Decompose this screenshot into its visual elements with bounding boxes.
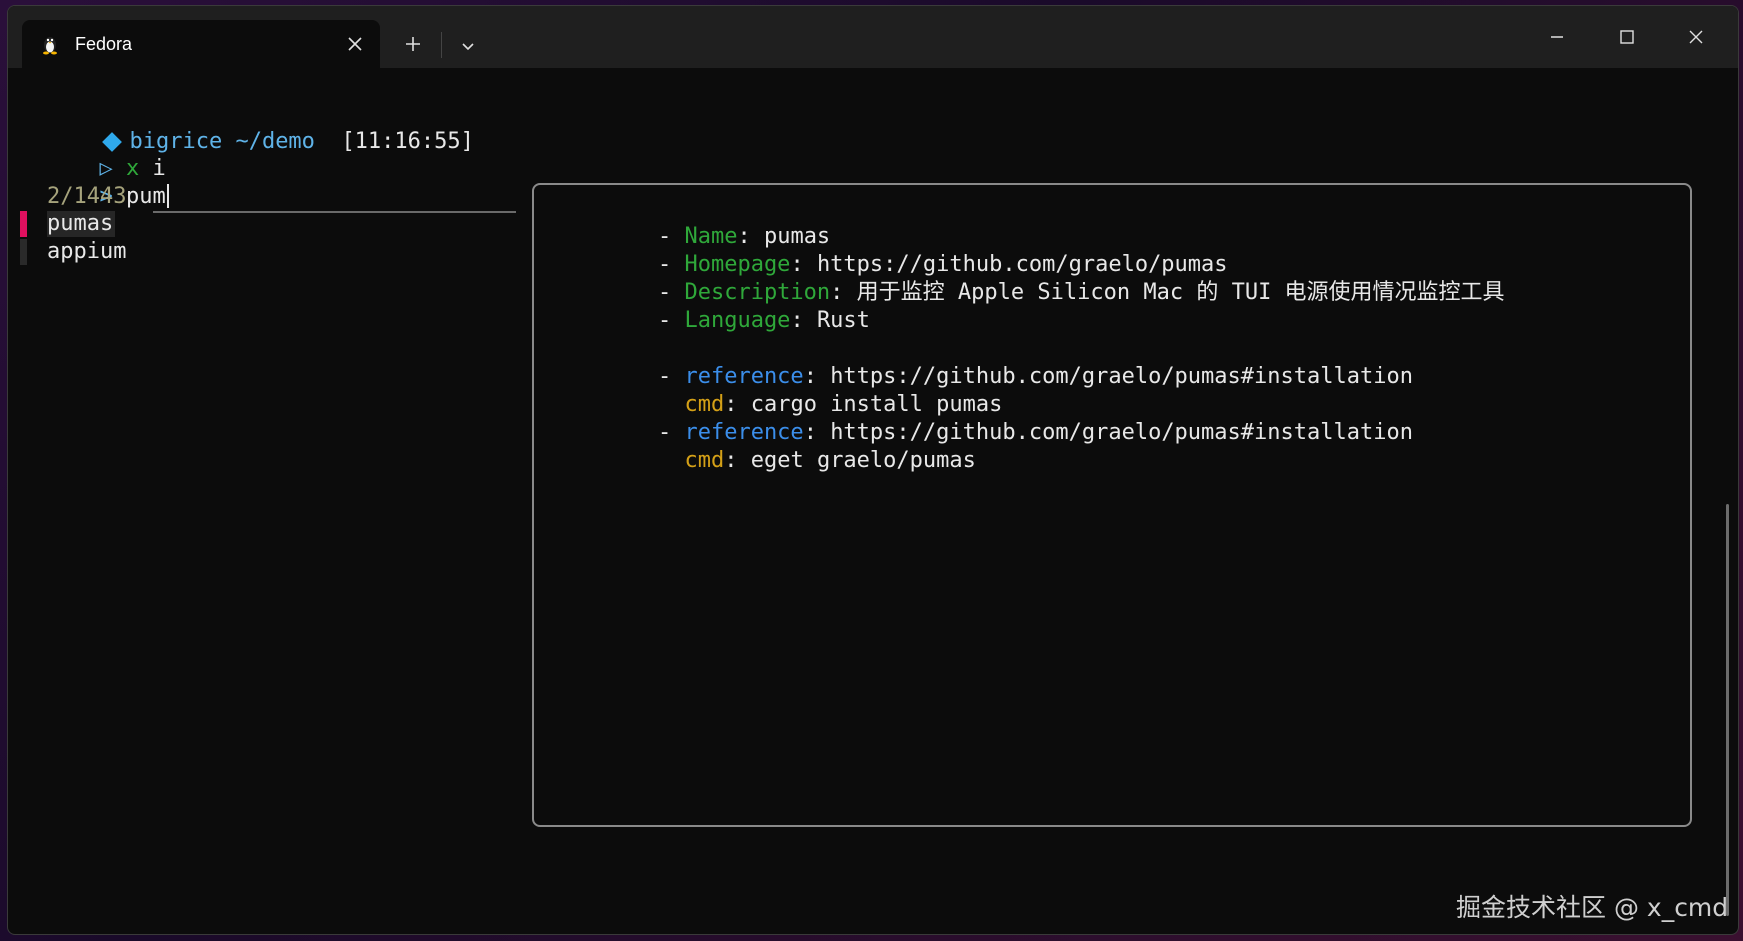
close-tab-icon[interactable]: [344, 33, 366, 55]
terminal-content[interactable]: bigrice ~/demo [11:16:55] ▷ x i > pum 2/…: [8, 68, 1738, 934]
selection-marker: [20, 211, 27, 237]
preview-name: - Name: pumas: [657, 224, 831, 249]
fzf-query[interactable]: pum: [126, 184, 166, 209]
fzf-input-line[interactable]: > pum: [20, 155, 169, 209]
plus-icon[interactable]: [399, 30, 427, 58]
command-line: ▷ x i: [20, 127, 165, 181]
text-cursor: [166, 184, 169, 208]
minimize-icon[interactable]: [1534, 20, 1580, 54]
watermark: 掘金技术社区 @ x_cmd: [1456, 893, 1729, 922]
prompt-time: [11:16:55]: [341, 129, 474, 154]
tux-penguin-icon: [43, 37, 57, 55]
preview-cmd-1: cmd: cargo install pumas: [684, 392, 1003, 417]
row-marker: [20, 239, 27, 265]
preview-reference-1: - reference: https://github.com/graelo/p…: [657, 364, 1413, 389]
count-divider: [153, 211, 516, 213]
preview-cmd-2: cmd: eget graelo/pumas: [684, 448, 976, 473]
title-bar: Fedora: [8, 6, 1738, 68]
tab-title: Fedora: [75, 34, 133, 54]
result-item-pumas[interactable]: pumas: [47, 210, 113, 238]
terminal-window: Fedora bigrice ~/demo [11:16:55] ▷ x i >…: [7, 5, 1739, 935]
match-count: 2/1443: [47, 184, 127, 209]
preview-language: - Language: Rust: [657, 308, 870, 333]
scrollbar[interactable]: [1726, 504, 1729, 916]
tab-separator: [441, 32, 442, 58]
prompt-line: bigrice ~/demo [11:16:55]: [22, 100, 474, 154]
preview-reference-2: - reference: https://github.com/graelo/p…: [657, 420, 1413, 445]
tab-fedora[interactable]: Fedora: [22, 20, 380, 68]
prompt-path: ~/demo: [235, 129, 315, 154]
preview-description: - Description: 用于监控 Apple Silicon Mac 的 …: [657, 280, 1505, 305]
preview-homepage: - Homepage: https://github.com/graelo/pu…: [657, 252, 1228, 277]
preview-pane: - Name: pumas - Homepage: https://github…: [532, 183, 1692, 827]
result-item-appium[interactable]: appium: [47, 238, 126, 266]
close-icon[interactable]: [1673, 20, 1719, 54]
maximize-icon[interactable]: [1604, 20, 1650, 54]
chevron-down-icon[interactable]: [454, 32, 482, 60]
